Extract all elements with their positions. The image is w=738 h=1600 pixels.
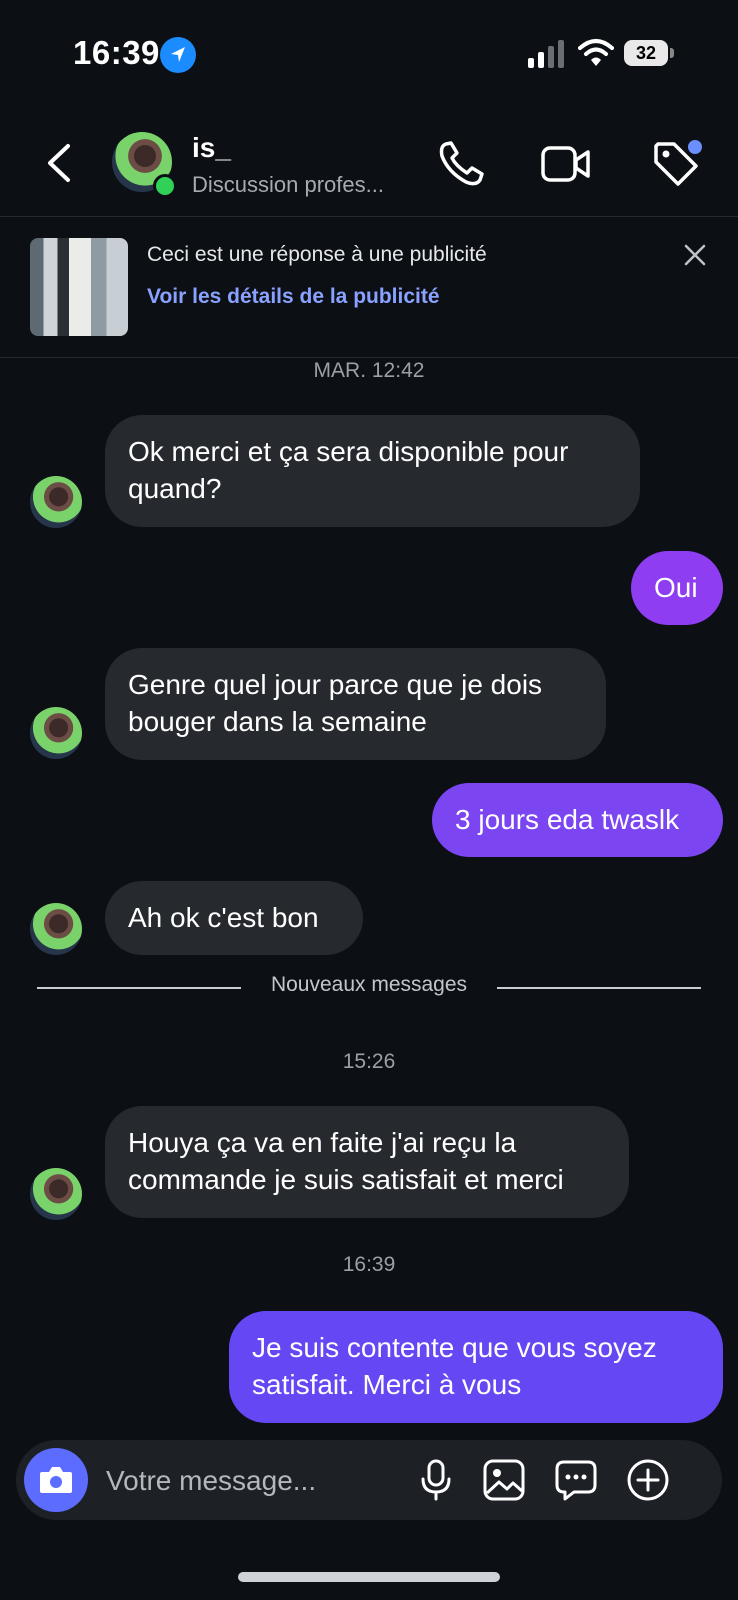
chat-header: is_ Discussion profes...: [0, 110, 738, 217]
ad-reply-banner: Ceci est une réponse à une publicité Voi…: [0, 217, 738, 358]
online-status-dot: [153, 174, 177, 198]
new-messages-divider: Nouveaux messages: [37, 973, 701, 1003]
battery-icon: 32: [624, 40, 674, 68]
message-input[interactable]: [104, 1456, 408, 1506]
battery-level: 32: [624, 40, 668, 66]
message-bubble-incoming[interactable]: Ok merci et ça sera disponible pour quan…: [105, 415, 640, 527]
contact-subtitle: Discussion profes...: [192, 172, 384, 197]
sender-avatar[interactable]: [30, 476, 82, 528]
status-time: 16:39: [73, 34, 160, 71]
video-call-button[interactable]: [540, 140, 592, 188]
message-bubble-incoming[interactable]: Ah ok c'est bon: [105, 881, 363, 955]
plus-circle-icon[interactable]: [626, 1458, 670, 1502]
ad-details-link[interactable]: Voir les détails de la publicité: [147, 285, 440, 309]
phone-call-button[interactable]: [436, 138, 488, 190]
sender-avatar[interactable]: [30, 707, 82, 759]
location-arrow-icon: [160, 37, 196, 73]
message-thread[interactable]: MAR. 12:42 Ok merci et ça sera disponibl…: [0, 357, 738, 1430]
timestamp: 16:39: [342, 1253, 396, 1276]
contact-name[interactable]: is_: [192, 132, 231, 164]
wifi-icon: [578, 38, 614, 68]
image-gallery-icon[interactable]: [482, 1458, 526, 1502]
status-bar: 16:39 32: [0, 0, 738, 110]
timestamp: 15:26: [342, 1050, 396, 1073]
timestamp: MAR. 12:42: [313, 359, 425, 382]
notification-dot: [688, 140, 702, 154]
sender-avatar[interactable]: [30, 903, 82, 955]
microphone-icon[interactable]: [414, 1458, 458, 1502]
message-bubble-outgoing[interactable]: 3 jours eda twaslk: [432, 783, 723, 857]
camera-button[interactable]: [24, 1448, 88, 1512]
cellular-signal-icon: [528, 40, 568, 68]
message-bubble-outgoing[interactable]: Oui: [631, 551, 723, 625]
close-icon[interactable]: [680, 240, 710, 270]
message-bubble-incoming[interactable]: Houya ça va en faite j'ai reçu la comman…: [105, 1106, 629, 1218]
back-button[interactable]: [38, 140, 84, 186]
message-bubble-outgoing[interactable]: Je suis contente que vous soyez satisfai…: [229, 1311, 723, 1423]
ad-thumbnail-image[interactable]: [30, 238, 128, 336]
home-indicator[interactable]: [238, 1572, 500, 1582]
message-bubble-incoming[interactable]: Genre quel jour parce que je dois bouger…: [105, 648, 606, 760]
chat-bubble-icon[interactable]: [554, 1458, 598, 1502]
ad-banner-title: Ceci est une réponse à une publicité: [147, 243, 487, 266]
message-composer: [16, 1440, 722, 1520]
sender-avatar[interactable]: [30, 1168, 82, 1220]
new-messages-label: Nouveaux messages: [270, 973, 468, 996]
